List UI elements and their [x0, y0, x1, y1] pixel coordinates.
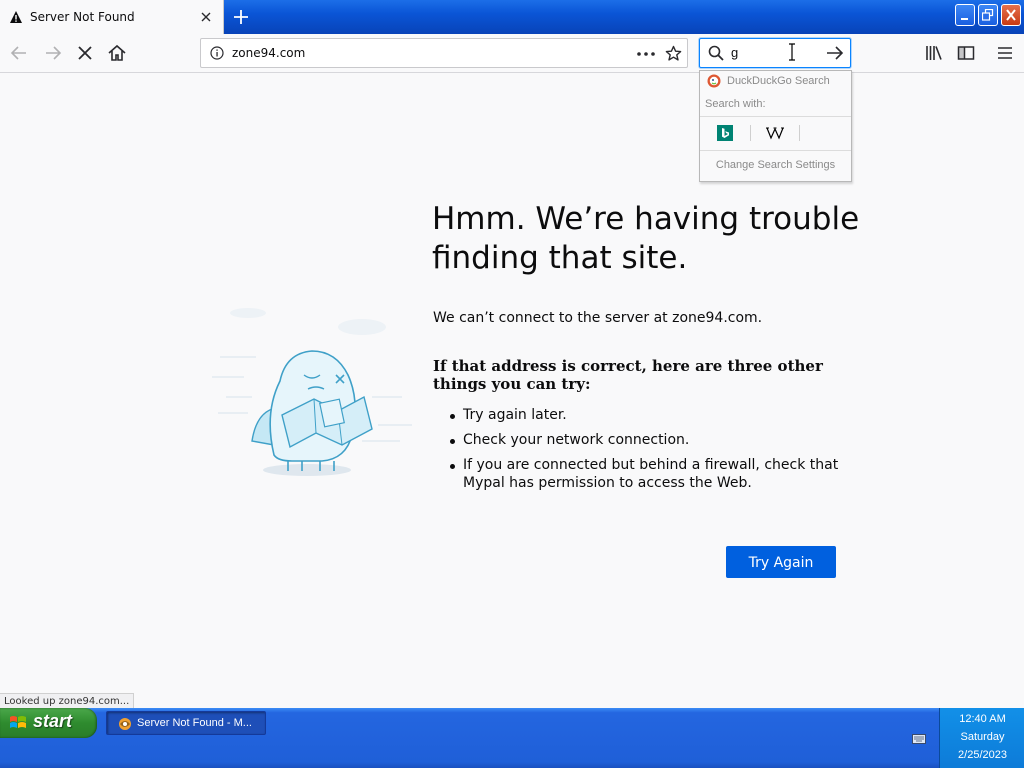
- clock-time[interactable]: 12:40 AM: [940, 713, 1024, 725]
- navigation-toolbar: zone94.com g: [0, 34, 1024, 73]
- default-engine-label: DuckDuckGo Search: [727, 75, 830, 87]
- search-icon: [708, 45, 724, 61]
- page-title: Hmm. We’re having trouble finding that s…: [432, 201, 860, 276]
- clock-date: 2/25/2023: [958, 749, 1007, 761]
- start-button[interactable]: start: [0, 708, 97, 738]
- search-input[interactable]: g: [731, 45, 738, 60]
- start-label: start: [33, 711, 73, 731]
- tab-strip: Server Not Found: [0, 0, 1024, 34]
- taskbar-window-label: Server Not Found - M...: [137, 717, 252, 729]
- tab-close-icon[interactable]: [198, 9, 214, 25]
- status-bar: Looked up zone94.com...: [0, 693, 135, 709]
- bookmark-star-icon[interactable]: [665, 45, 682, 62]
- suggestion-item: If you are connected but behind a firewa…: [433, 456, 853, 492]
- page-actions-icon[interactable]: [637, 52, 655, 56]
- restore-icon: [982, 9, 994, 21]
- error-illustration: [212, 308, 412, 476]
- tab-title: Server Not Found: [30, 10, 135, 24]
- wikipedia-icon: [766, 127, 784, 140]
- engine-bing-button[interactable]: [702, 121, 750, 145]
- info-icon[interactable]: [210, 46, 224, 60]
- home-icon[interactable]: [106, 42, 128, 64]
- minimize-icon: [961, 18, 968, 20]
- url-bar[interactable]: zone94.com: [200, 38, 688, 68]
- default-engine-row[interactable]: DuckDuckGo Search: [700, 71, 851, 91]
- search-suggestions-popup: DuckDuckGo Search Search with: Change Se…: [699, 70, 852, 182]
- change-search-settings-button[interactable]: Change Search Settings: [700, 159, 851, 171]
- restore-button[interactable]: [978, 4, 998, 26]
- minimize-button[interactable]: [955, 4, 975, 26]
- back-icon[interactable]: [8, 42, 30, 64]
- keyboard-icon[interactable]: [912, 734, 926, 744]
- suggestion-item: Try again later.: [433, 406, 853, 424]
- taskbar-window-button[interactable]: Server Not Found - M...: [106, 711, 266, 735]
- new-tab-icon[interactable]: [230, 6, 252, 28]
- engine-wikipedia-button[interactable]: [751, 121, 799, 145]
- window-close-icon: [1006, 9, 1016, 21]
- browser-app-icon: [119, 718, 131, 730]
- suggestion-item: Check your network connection.: [433, 431, 853, 449]
- forward-icon[interactable]: [42, 42, 64, 64]
- windows-logo-icon: [10, 716, 26, 728]
- search-bar[interactable]: g: [699, 38, 851, 68]
- popup-divider: [700, 150, 851, 151]
- popup-divider: [700, 116, 851, 117]
- sidebar-icon[interactable]: [957, 44, 975, 62]
- engine-divider: [799, 125, 800, 141]
- library-icon[interactable]: [925, 44, 943, 62]
- try-again-button[interactable]: Try Again: [726, 546, 836, 578]
- duckduckgo-icon: [707, 74, 721, 88]
- error-description: We can’t connect to the server at zone94…: [433, 310, 763, 326]
- url-text: zone94.com: [232, 46, 306, 60]
- menu-icon[interactable]: [996, 44, 1014, 62]
- taskbar: start Server Not Found - M... 12:40 AM S…: [0, 708, 1024, 768]
- text-cursor-icon: [789, 43, 795, 61]
- search-go-icon[interactable]: [826, 45, 844, 61]
- bing-icon: [717, 125, 733, 141]
- search-with-label: Search with:: [705, 98, 766, 110]
- system-tray: 12:40 AM Saturday 2/25/2023: [939, 708, 1024, 768]
- suggestions-list: Try again later. Check your network conn…: [433, 406, 853, 499]
- tab-server-not-found[interactable]: Server Not Found: [0, 0, 224, 34]
- suggestions-heading: If that address is correct, here are thr…: [433, 357, 823, 393]
- clock-day: Saturday: [960, 731, 1005, 743]
- warning-icon: [10, 11, 22, 23]
- stop-icon[interactable]: [74, 42, 96, 64]
- window-close-button[interactable]: [1001, 4, 1021, 26]
